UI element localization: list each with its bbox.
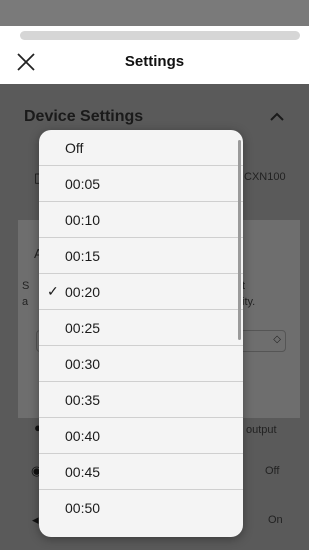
toggle-value-1: Off xyxy=(265,465,280,477)
option-label-selected: 00:20 xyxy=(65,284,101,300)
option-00-35[interactable]: 00:35 xyxy=(39,382,243,418)
option-label: 00:15 xyxy=(65,248,101,264)
option-label: 00:30 xyxy=(65,356,101,372)
modal-text-start-2: a xyxy=(22,296,29,308)
option-00-05[interactable]: 00:05 xyxy=(39,166,243,202)
scrollbar[interactable] xyxy=(238,140,241,340)
time-dropdown[interactable]: Off 00:05 00:10 00:15 ✓ 00:20 00:25 00:3… xyxy=(39,130,243,537)
section-title: Device Settings xyxy=(24,108,144,125)
option-00-40[interactable]: 00:40 xyxy=(39,418,243,454)
toggle-value-2: On xyxy=(268,514,283,526)
option-00-30[interactable]: 00:30 xyxy=(39,346,243,382)
modal-text-end-2: ity. xyxy=(242,296,256,308)
checkmark-icon: ✓ xyxy=(47,283,59,299)
modal-text-start-1: S xyxy=(22,280,30,292)
device-model: CXN100 xyxy=(244,171,286,183)
option-label: 00:05 xyxy=(65,176,101,192)
option-00-10[interactable]: 00:10 xyxy=(39,202,243,238)
option-label: Off xyxy=(65,140,84,156)
option-00-50[interactable]: 00:50 xyxy=(39,490,243,526)
option-label: 00:45 xyxy=(65,464,101,480)
page-title: Settings xyxy=(124,53,185,70)
header: Settings xyxy=(0,40,309,84)
option-00-20[interactable]: ✓ 00:20 xyxy=(39,274,243,310)
option-00-15[interactable]: 00:15 xyxy=(39,238,243,274)
option-label: 00:35 xyxy=(65,392,101,408)
select-arrow-icon: ◇ xyxy=(273,334,281,345)
option-label: 00:50 xyxy=(65,500,101,516)
option-off[interactable]: Off xyxy=(39,130,243,166)
status-bar xyxy=(0,0,309,26)
option-00-25[interactable]: 00:25 xyxy=(39,310,243,346)
output-label: output xyxy=(246,424,277,436)
address-bar xyxy=(20,31,300,40)
option-label: 00:10 xyxy=(65,212,101,228)
option-label: 00:25 xyxy=(65,320,101,336)
option-00-45[interactable]: 00:45 xyxy=(39,454,243,490)
option-label: 00:40 xyxy=(65,428,101,444)
speaker-icon: ◂ xyxy=(32,512,39,527)
chevron-up-icon[interactable] xyxy=(268,110,286,124)
